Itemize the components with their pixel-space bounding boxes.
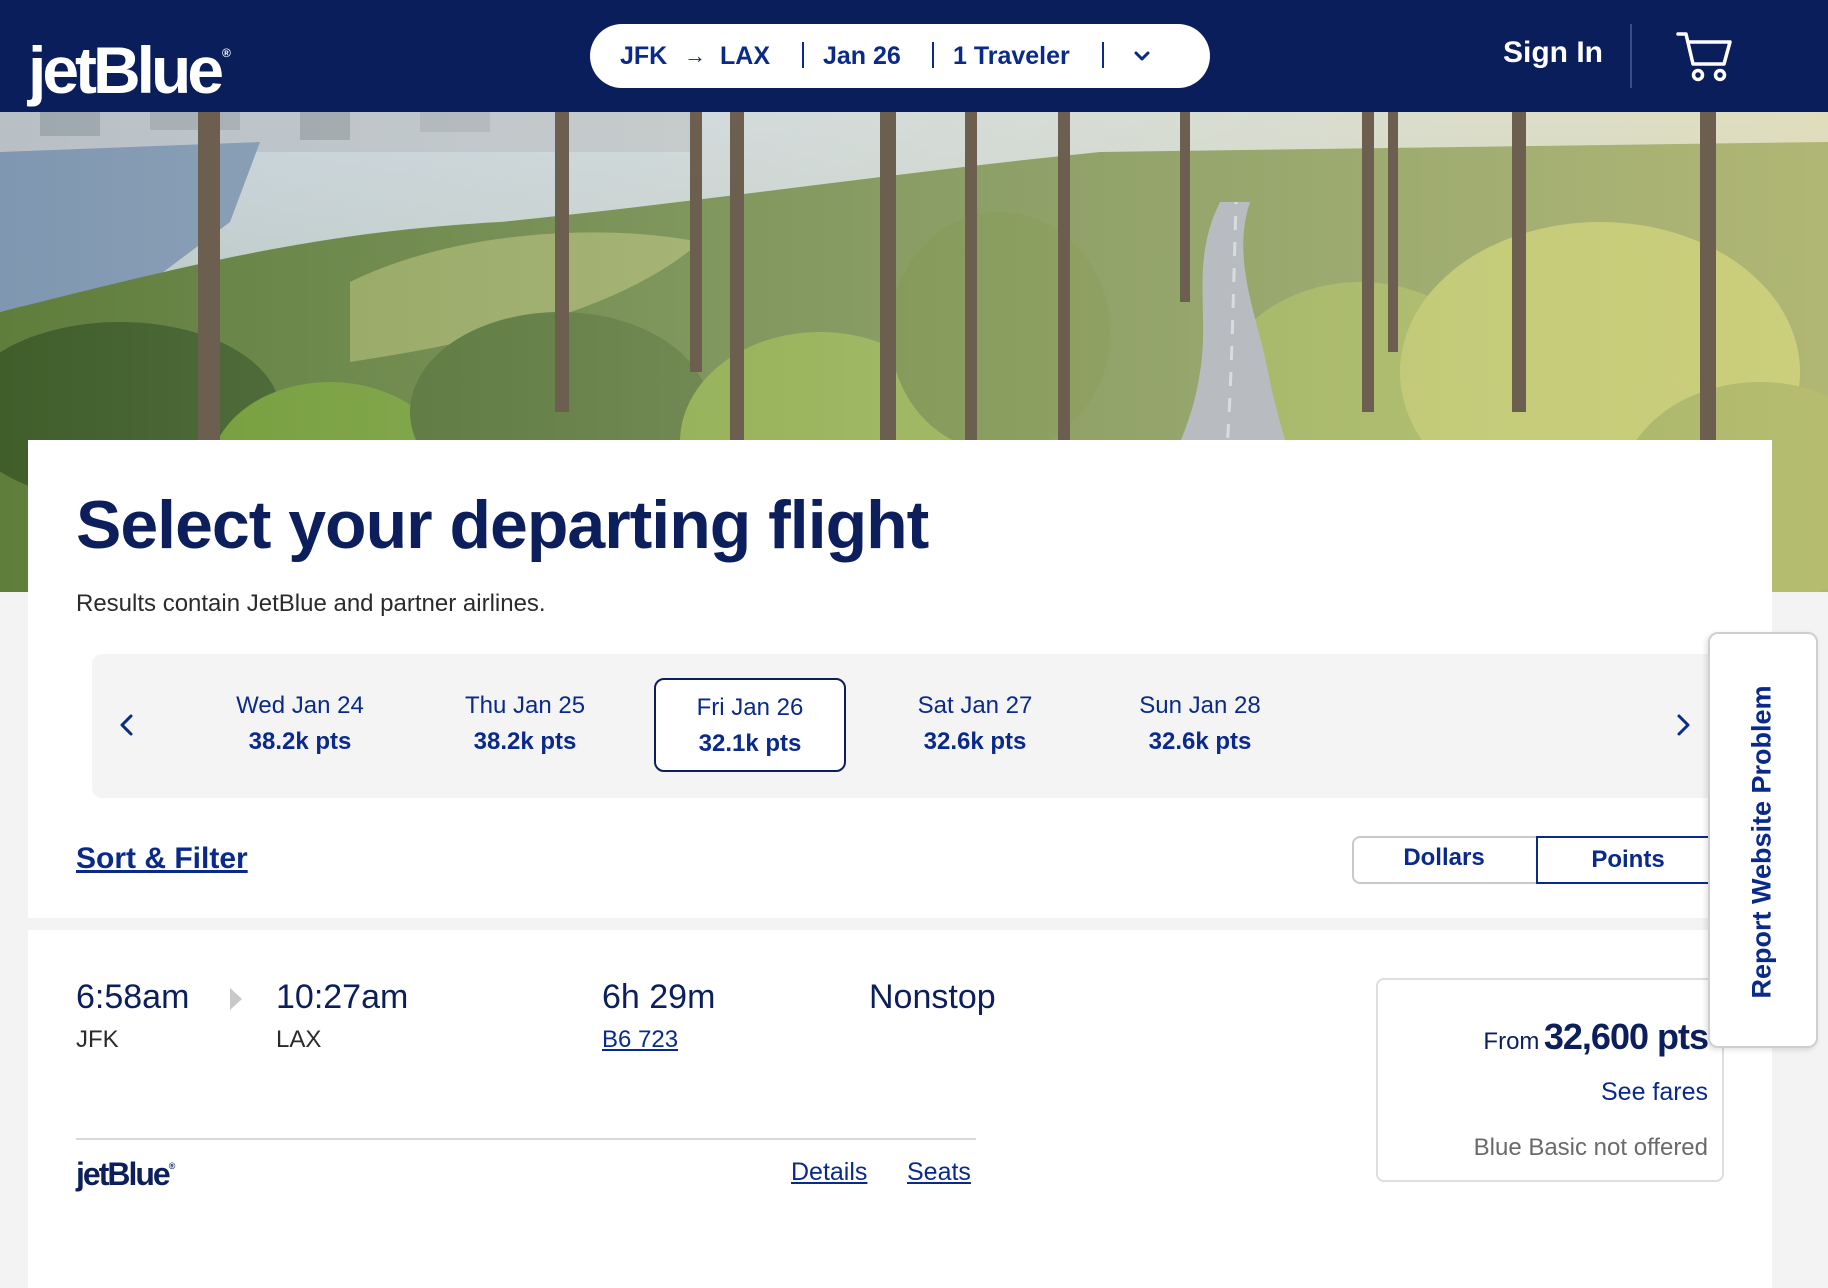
pill-divider (802, 42, 804, 68)
fare-price-box[interactable]: From 32,600 pts See fares Blue Basic not… (1376, 978, 1724, 1182)
date-label: Sat Jan 27 (917, 692, 1033, 719)
triangle-right-icon (230, 988, 242, 1010)
trip-date: Jan 26 (823, 42, 901, 70)
trademark-mark: ® (222, 46, 231, 60)
date-price: 32.1k pts (698, 730, 802, 757)
chevron-left-icon[interactable] (112, 710, 142, 740)
date-price: 32.6k pts (923, 728, 1027, 755)
results-subtitle: Results contain JetBlue and partner airl… (76, 590, 546, 617)
points-toggle-button[interactable]: Points (1536, 836, 1720, 884)
origin-code: JFK (620, 42, 668, 70)
pill-divider (1102, 42, 1104, 68)
pill-divider (932, 42, 934, 68)
page-title: Select your departing flight (76, 487, 929, 563)
trip-summary-pill[interactable]: JFK → LAX Jan 26 1 Traveler (590, 24, 1210, 88)
chevron-right-icon[interactable] (1668, 710, 1698, 740)
flight-duration: 6h 29m (602, 978, 716, 1016)
date-option-fri-jan-26[interactable]: Fri Jan 26 32.1k pts (654, 678, 846, 772)
header-divider (1630, 24, 1632, 88)
sign-in-link[interactable]: Sign In (1503, 36, 1603, 70)
report-problem-tab[interactable]: Report Website Problem (1708, 632, 1818, 1048)
currency-toggle: Dollars Points (1352, 836, 1722, 884)
price-amount: 32,600 pts (1543, 1016, 1709, 1057)
flight-number-link[interactable]: B6 723 (602, 1026, 678, 1054)
route-arrow-icon: → (684, 43, 706, 68)
date-option-wed-jan-24[interactable]: Wed Jan 24 38.2k pts (204, 678, 396, 772)
date-carousel: Wed Jan 24 38.2k pts Thu Jan 25 38.2k pt… (92, 654, 1720, 798)
price-from-label: From (1483, 1028, 1540, 1055)
results-header-card: Select your departing flight Results con… (28, 440, 1772, 918)
traveler-count: 1 Traveler (953, 42, 1070, 70)
destination-code: LAX (720, 42, 770, 70)
date-label: Sun Jan 28 (1139, 692, 1261, 719)
date-price: 38.2k pts (248, 728, 352, 755)
arrive-time: 10:27am (276, 978, 409, 1016)
flight-result-card: 6:58am JFK 10:27am LAX 6h 29m B6 723 Non… (28, 930, 1772, 1288)
date-label: Thu Jan 25 (464, 692, 586, 719)
price-line: From 32,600 pts (1483, 1016, 1709, 1058)
top-nav-bar: jetBlue ® JFK → LAX Jan 26 1 Traveler Sig… (0, 0, 1828, 112)
dollars-toggle-button[interactable]: Dollars (1352, 836, 1536, 884)
details-link[interactable]: Details (791, 1158, 867, 1187)
date-price: 38.2k pts (473, 728, 577, 755)
card-divider (76, 1138, 976, 1140)
fare-note: Blue Basic not offered (1473, 1134, 1708, 1161)
airline-logo-text: jetBlue (76, 1156, 171, 1192)
logo-text: jetBlue (28, 33, 224, 107)
jetblue-logo[interactable]: jetBlue ® (28, 18, 231, 105)
depart-airport: JFK (76, 1026, 119, 1053)
report-problem-label: Report Website Problem (1746, 685, 1777, 999)
date-option-sat-jan-27[interactable]: Sat Jan 27 32.6k pts (879, 678, 1071, 772)
depart-time: 6:58am (76, 978, 190, 1016)
chevron-down-icon[interactable] (1130, 44, 1154, 68)
date-label: Wed Jan 24 (236, 692, 364, 719)
arrive-airport: LAX (276, 1026, 322, 1053)
shopping-cart-icon[interactable] (1676, 28, 1732, 84)
airline-logo: jetBlue® (76, 1156, 175, 1193)
sort-filter-link[interactable]: Sort & Filter (76, 842, 248, 876)
date-option-thu-jan-25[interactable]: Thu Jan 25 38.2k pts (429, 678, 621, 772)
trademark-mark: ® (168, 1161, 176, 1171)
seats-link[interactable]: Seats (907, 1158, 971, 1187)
date-price: 32.6k pts (1148, 728, 1252, 755)
see-fares-button[interactable]: See fares (1601, 1078, 1708, 1107)
date-label: Fri Jan 26 (696, 694, 804, 721)
date-option-sun-jan-28[interactable]: Sun Jan 28 32.6k pts (1104, 678, 1296, 772)
stops-label: Nonstop (869, 978, 996, 1016)
